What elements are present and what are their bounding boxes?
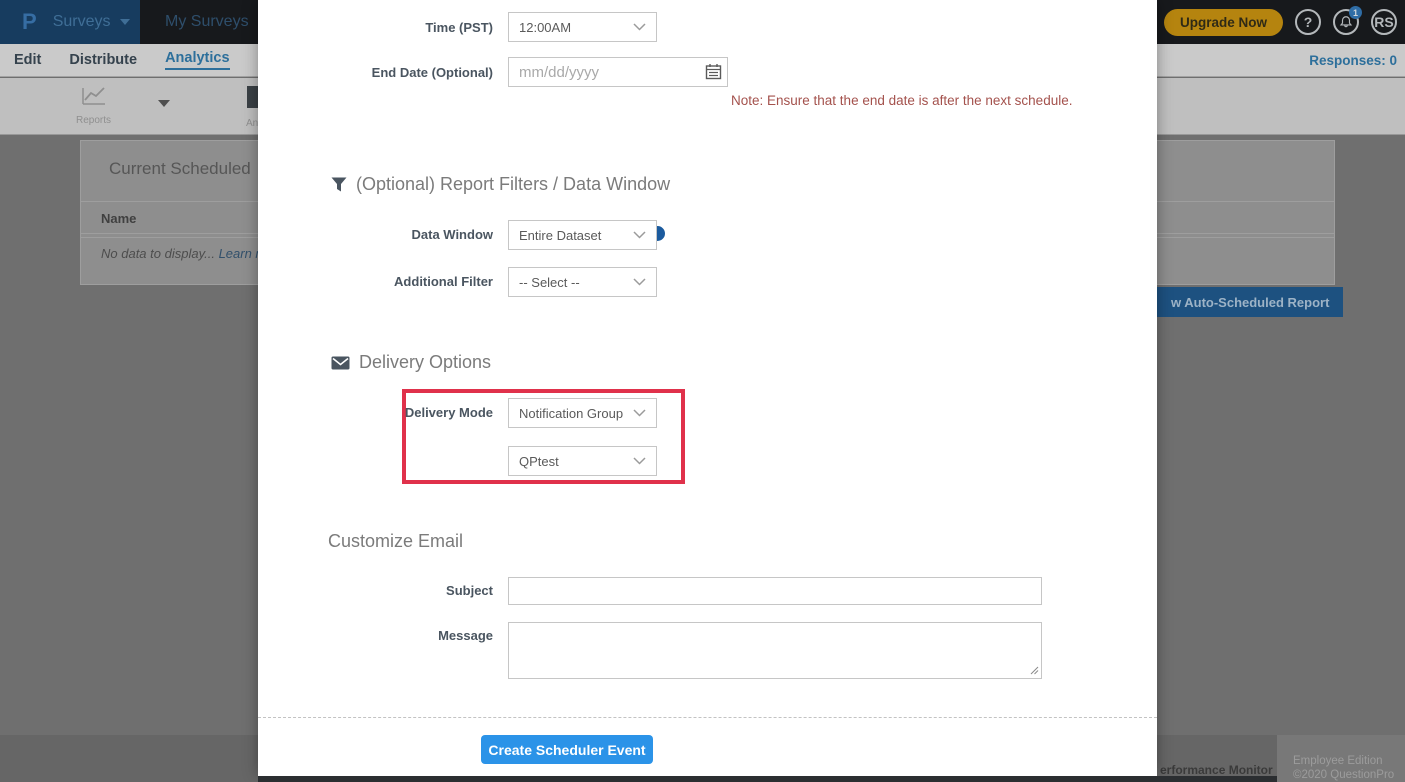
- screen: P Surveys My Surveys Upgrade Now ? 1 RS …: [0, 0, 1405, 782]
- bottom-dark-strip: [258, 776, 1277, 782]
- edition-label: Employee Edition: [1293, 755, 1383, 767]
- responses-count: Responses: 0: [1309, 53, 1397, 68]
- chevron-down-icon: [633, 278, 646, 286]
- subject-label: Subject: [258, 583, 493, 598]
- time-select-value: 12:00AM: [519, 20, 571, 35]
- nav-item-analytics[interactable]: Analytics: [165, 50, 229, 70]
- end-date-note: Note: Ensure that the end date is after …: [731, 93, 1072, 108]
- chevron-down-icon: [633, 457, 646, 465]
- notification-group-value: QPtest: [519, 454, 559, 469]
- filter-icon: [331, 177, 347, 192]
- end-date-label: End Date (Optional): [258, 65, 493, 80]
- product-switcher[interactable]: P Surveys: [0, 0, 140, 44]
- notifications-button[interactable]: 1: [1333, 9, 1359, 35]
- data-window-value: Entire Dataset: [519, 228, 601, 243]
- reports-tool[interactable]: Reports: [76, 84, 111, 126]
- card-title: Current Scheduled: [109, 159, 251, 179]
- data-window-select[interactable]: Entire Dataset: [508, 220, 657, 250]
- envelope-icon: [331, 356, 350, 370]
- time-select[interactable]: 12:00AM: [508, 12, 657, 42]
- edition-panel: Employee Edition ©2020 QuestionPro: [1277, 735, 1405, 782]
- help-button[interactable]: ?: [1295, 9, 1321, 35]
- additional-filter-value: -- Select --: [519, 275, 580, 290]
- header-actions: Upgrade Now ? 1 RS: [1126, 0, 1397, 44]
- upgrade-now-button[interactable]: Upgrade Now: [1164, 9, 1283, 36]
- chevron-down-icon: [633, 23, 646, 31]
- notification-group-select[interactable]: QPtest: [508, 446, 657, 476]
- line-chart-icon: [81, 84, 107, 108]
- auto-scheduled-report-modal: Time (PST) 12:00AM End Date (Optional) N…: [258, 0, 1157, 776]
- customize-email-title: Customize Email: [328, 531, 463, 552]
- delivery-mode-select[interactable]: Notification Group: [508, 398, 657, 428]
- chevron-down-icon: [633, 231, 646, 239]
- notification-badge: 1: [1349, 6, 1362, 19]
- additional-filter-select[interactable]: -- Select --: [508, 267, 657, 297]
- partial-tool-label: An: [246, 118, 258, 129]
- create-scheduler-event-button[interactable]: Create Scheduler Event: [481, 735, 653, 764]
- delivery-mode-label: Delivery Mode: [258, 405, 493, 420]
- chevron-down-icon: [633, 409, 646, 417]
- column-header-name: Name: [101, 211, 136, 226]
- tab-my-surveys[interactable]: My Surveys: [165, 0, 249, 44]
- message-textarea[interactable]: [508, 622, 1042, 679]
- delivery-section-title: Delivery Options: [331, 352, 491, 373]
- new-auto-scheduled-report-button[interactable]: w Auto-Scheduled Report: [1157, 287, 1343, 317]
- copyright-label: ©2020 QuestionPro: [1293, 769, 1394, 781]
- chevron-down-icon: [120, 19, 130, 25]
- message-label: Message: [258, 628, 493, 643]
- empty-state-text: No data to display... Learn mo: [101, 246, 273, 261]
- filters-section-title: (Optional) Report Filters / Data Window: [331, 174, 670, 195]
- subject-input[interactable]: [508, 577, 1042, 605]
- nav-item-distribute[interactable]: Distribute: [69, 52, 137, 68]
- product-name: Surveys: [53, 13, 111, 31]
- questionpro-logo-icon: P: [22, 9, 37, 35]
- additional-filter-label: Additional Filter: [258, 274, 493, 289]
- nav-item-edit[interactable]: Edit: [14, 52, 41, 68]
- tool-caret-icon[interactable]: [158, 100, 170, 107]
- dashed-separator: [258, 717, 1157, 718]
- end-date-input[interactable]: [508, 57, 728, 87]
- calendar-icon[interactable]: [705, 63, 722, 80]
- reports-tool-label: Reports: [76, 115, 111, 126]
- resize-grip-icon[interactable]: [1030, 666, 1039, 675]
- delivery-mode-value: Notification Group: [519, 406, 623, 421]
- time-label: Time (PST): [258, 20, 493, 35]
- partial-tool-icon: [247, 86, 258, 108]
- avatar[interactable]: RS: [1371, 9, 1397, 35]
- data-window-label: Data Window: [258, 227, 493, 242]
- performance-monitor-label: erformance Monitor: [1160, 763, 1273, 777]
